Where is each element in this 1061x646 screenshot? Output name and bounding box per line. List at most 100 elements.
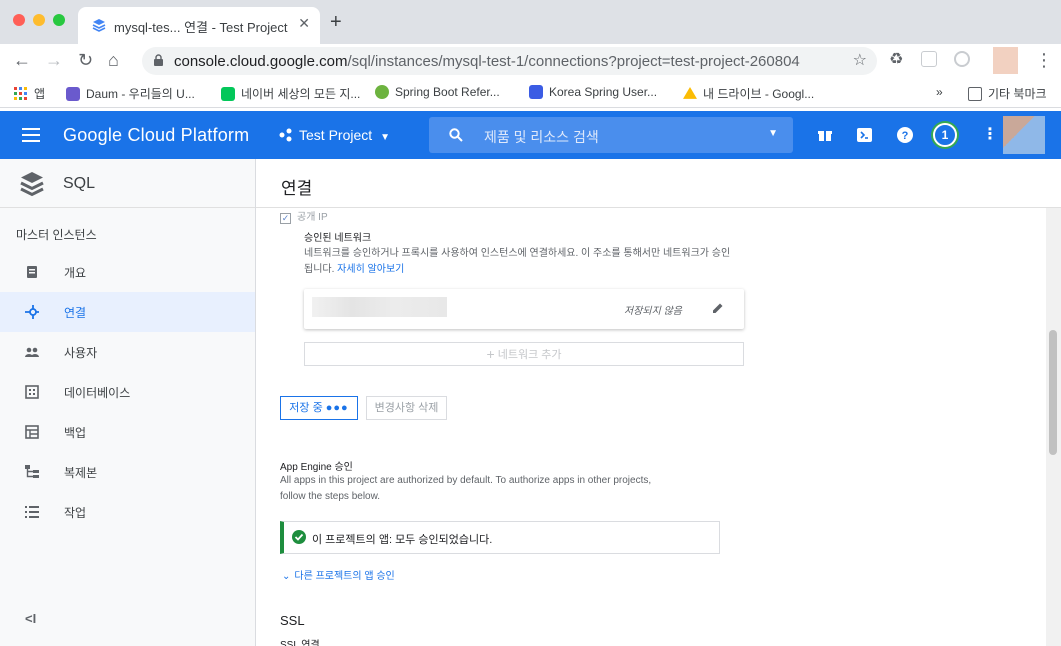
sidebar-item-backups[interactable]: 백업 xyxy=(0,412,255,452)
sidebar-item-operations[interactable]: 작업 xyxy=(0,492,255,532)
bookmarks-bar: 앱 Daum - 우리들의 U... 네이버 세상의 모든 지... Sprin… xyxy=(0,78,1061,108)
bookmark-apps[interactable]: 앱 xyxy=(14,85,45,102)
loading-dots-icon: ●●● xyxy=(325,402,349,414)
bookmark-label: 네이버 세상의 모든 지... xyxy=(241,87,361,101)
collapse-sidebar-button[interactable]: <I xyxy=(25,611,36,626)
gift-icon[interactable] xyxy=(818,128,832,142)
notifications-badge[interactable]: 1 xyxy=(933,123,957,147)
account-avatar[interactable] xyxy=(1003,116,1045,154)
project-selector[interactable]: Test Project ▼ xyxy=(299,127,390,143)
browser-tab-active[interactable]: mysql-tes... 연결 - Test Project ✕ xyxy=(78,7,320,44)
gcp-brand[interactable]: Google Cloud Platform xyxy=(63,125,249,146)
main-scrollbar[interactable] xyxy=(1046,208,1061,646)
chevron-down-icon: ▼ xyxy=(380,132,391,143)
sidebar-product-title: SQL xyxy=(63,175,96,192)
bookmark-daum[interactable]: Daum - 우리들의 U... xyxy=(66,85,195,102)
add-network-label: 네트워크 추가 xyxy=(497,349,562,361)
authorize-other-projects-link[interactable]: ⌄ 다른 프로젝트의 앱 승인 xyxy=(282,567,395,582)
address-bar[interactable]: console.cloud.google.com/sql/instances/m… xyxy=(142,47,877,75)
other-bookmarks[interactable]: 기타 북마크 xyxy=(968,85,1047,102)
forward-arrow-icon[interactable]: → xyxy=(45,50,63,70)
backup-icon xyxy=(25,425,39,439)
browser-window: { "browser": { "tab_title": "mysql-tes..… xyxy=(0,0,1061,646)
learn-more-link[interactable]: 자세히 알아보기 xyxy=(337,264,404,275)
minimize-window-button[interactable] xyxy=(33,14,45,26)
bookmarks-overflow-button[interactable]: » xyxy=(936,85,943,99)
resource-search-input[interactable]: 제품 및 리소스 검색 ▼ xyxy=(429,117,793,153)
sidebar-item-label: 데이터베이스 xyxy=(64,386,131,400)
lock-icon xyxy=(154,54,163,66)
page-header: 연결 xyxy=(256,159,1061,208)
edit-pencil-icon[interactable] xyxy=(712,302,724,314)
app-engine-status-banner: 이 프로젝트의 앱: 모두 승인되었습니다. xyxy=(280,521,720,554)
browser-tab-strip: mysql-tes... 연결 - Test Project ✕ + xyxy=(0,0,1061,44)
saving-button[interactable]: 저장 중 ●●● xyxy=(280,396,358,420)
saving-label: 저장 중 xyxy=(289,402,323,414)
bookmark-label: Korea Spring User... xyxy=(549,85,658,99)
sidebar: SQL 마스터 인스턴스 개요 연결 사용자 데이터베이스 백업 복제본 작업 … xyxy=(0,159,256,646)
sidebar-item-databases[interactable]: 데이터베이스 xyxy=(0,372,255,412)
sidebar-item-users[interactable]: 사용자 xyxy=(0,332,255,372)
home-icon[interactable]: ⌂ xyxy=(108,50,119,70)
sidebar-item-connections[interactable]: 연결 xyxy=(0,292,255,332)
reload-icon[interactable]: ↻ xyxy=(78,50,93,70)
naver-favicon-icon xyxy=(221,87,235,101)
sql-product-icon xyxy=(20,172,44,197)
add-network-button[interactable]: + 네트워크 추가 xyxy=(304,342,744,366)
new-tab-button[interactable]: + xyxy=(330,12,342,32)
bookmark-spring-boot[interactable]: Spring Boot Refer... xyxy=(375,85,500,99)
public-ip-label: 공개 IP xyxy=(297,212,328,223)
connections-content: ✓ 공개 IP 승인된 네트워크 네트워크를 승인하거나 프록시를 사용하여 인스… xyxy=(256,208,1046,646)
sidebar-item-label: 작업 xyxy=(64,506,87,520)
discard-changes-button[interactable]: 변경사항 삭제 xyxy=(366,396,447,420)
sidebar-item-overview[interactable]: 개요 xyxy=(0,252,255,292)
url-host: console.cloud.google.com xyxy=(174,53,348,70)
bookmark-korea-spring[interactable]: Korea Spring User... xyxy=(529,85,657,99)
page-title: 연결 xyxy=(281,179,313,198)
network-value-redacted xyxy=(312,297,447,317)
maximize-window-button[interactable] xyxy=(53,14,65,26)
public-ip-checkbox-row[interactable]: ✓ 공개 IP xyxy=(280,208,328,224)
ssl-title: SSL xyxy=(280,613,305,628)
search-icon xyxy=(449,128,463,142)
overview-icon xyxy=(27,266,37,278)
url-path: /sql/instances/mysql-test-1/connections?… xyxy=(347,53,800,70)
help-icon[interactable]: ? xyxy=(897,127,913,143)
sidebar-item-replicas[interactable]: 복제본 xyxy=(0,452,255,492)
tab-close-icon[interactable]: ✕ xyxy=(298,15,310,32)
authorize-other-projects-label: 다른 프로젝트의 앱 승인 xyxy=(294,571,395,582)
operations-icon xyxy=(25,506,39,518)
cloud-shell-icon[interactable] xyxy=(857,128,872,142)
browser-toolbar: ← → ↻ ⌂ console.cloud.google.com/sql/ins… xyxy=(0,44,1061,78)
browser-menu-icon[interactable]: ⋮ xyxy=(1035,50,1053,70)
extension-circle-icon[interactable] xyxy=(954,51,970,67)
users-icon xyxy=(25,347,39,357)
tab-title: mysql-tes... 연결 - Test Project xyxy=(114,20,288,35)
gcp-header: Google Cloud Platform Test Project ▼ 제품 및… xyxy=(0,111,1061,159)
back-arrow-icon[interactable]: ← xyxy=(13,50,31,70)
bookmark-google-drive[interactable]: 내 드라이브 - Googl... xyxy=(683,85,814,102)
scrollbar-thumb[interactable] xyxy=(1049,330,1057,455)
authorized-networks-title: 승인된 네트워크 xyxy=(304,233,372,244)
search-dropdown-icon[interactable]: ▼ xyxy=(768,128,778,139)
bookmark-label: 앱 xyxy=(34,87,46,101)
recycle-extension-icon[interactable]: ♻ xyxy=(889,50,903,70)
more-vert-icon[interactable]: ⋮ xyxy=(982,124,998,144)
app-engine-status-text: 이 프로젝트의 앱: 모두 승인되었습니다. xyxy=(312,534,493,546)
sidebar-item-label: 사용자 xyxy=(64,346,98,360)
profile-avatar[interactable] xyxy=(993,47,1018,74)
connections-icon xyxy=(25,305,39,319)
network-status: 저장되지 않음 xyxy=(624,306,682,317)
bookmark-star-icon[interactable]: ☆ xyxy=(853,50,867,70)
close-window-button[interactable] xyxy=(13,14,25,26)
bookmark-naver[interactable]: 네이버 세상의 모든 지... xyxy=(221,85,360,102)
hamburger-menu-icon[interactable] xyxy=(22,128,40,142)
network-entry-card[interactable]: 저장되지 않음 xyxy=(304,289,744,329)
chevron-double-down-icon: ⌄ xyxy=(282,571,291,582)
bookmark-label: Spring Boot Refer... xyxy=(395,85,500,99)
checkbox-checked-icon[interactable]: ✓ xyxy=(280,213,291,224)
app-engine-desc: All apps in this project are authorized … xyxy=(280,475,652,486)
extension-icon[interactable] xyxy=(921,51,937,67)
plus-icon: + xyxy=(486,346,495,362)
project-name: Test Project xyxy=(299,127,373,143)
